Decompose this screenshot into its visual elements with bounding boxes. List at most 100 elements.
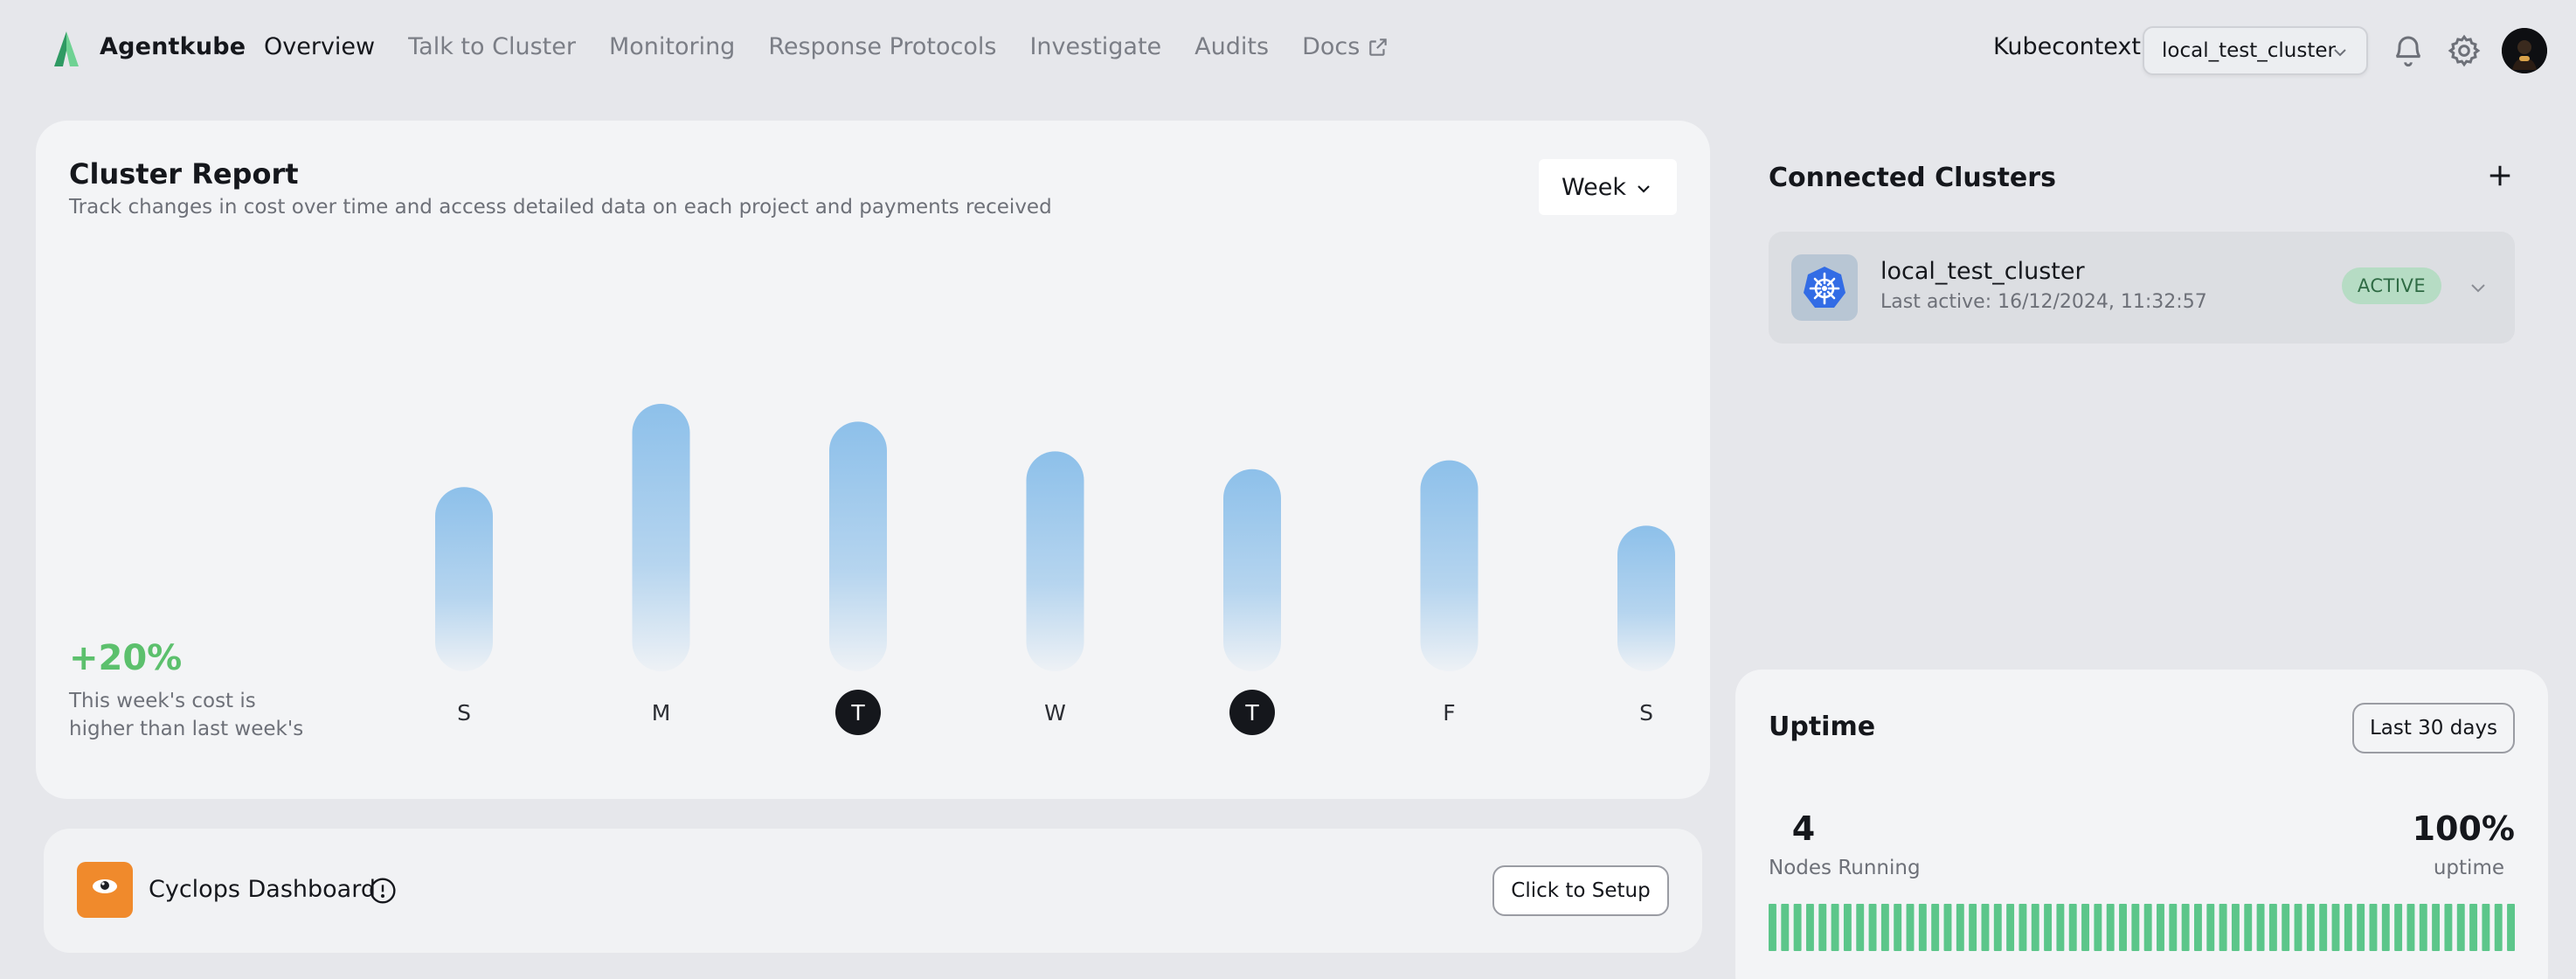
uptime-segment[interactable]	[1993, 904, 2002, 951]
cyclops-logo-icon	[77, 862, 133, 918]
uptime-segment[interactable]	[2006, 904, 2015, 951]
connected-clusters-title: Connected Clusters	[1769, 163, 2056, 193]
uptime-segment[interactable]	[2456, 904, 2465, 951]
uptime-segment[interactable]	[2019, 904, 2027, 951]
uptime-segment[interactable]	[2031, 904, 2039, 951]
uptime-segment[interactable]	[2169, 904, 2178, 951]
bell-icon[interactable]	[2391, 33, 2426, 68]
uptime-segment[interactable]	[1918, 904, 1927, 951]
cluster-row[interactable]: local_test_cluster Last active: 16/12/20…	[1769, 232, 2515, 344]
x-tick-label[interactable]: S	[1639, 700, 1653, 726]
uptime-segment[interactable]	[2294, 904, 2302, 951]
uptime-segment[interactable]	[1906, 904, 1915, 951]
uptime-segment[interactable]	[2119, 904, 2127, 951]
kubecontext-select[interactable]: local_test_cluster	[2143, 26, 2368, 75]
x-tick-label[interactable]: M	[652, 700, 671, 726]
uptime-segment[interactable]	[2469, 904, 2478, 951]
uptime-segment[interactable]	[2482, 904, 2490, 951]
uptime-segment[interactable]	[2419, 904, 2427, 951]
uptime-segment[interactable]	[2193, 904, 2202, 951]
uptime-segment[interactable]	[2219, 904, 2227, 951]
nav-talk-to-cluster[interactable]: Talk to Cluster	[408, 33, 576, 60]
uptime-segment[interactable]	[1843, 904, 1852, 951]
uptime-segment[interactable]	[2094, 904, 2102, 951]
uptime-segment[interactable]	[2181, 904, 2190, 951]
uptime-segment[interactable]	[2306, 904, 2315, 951]
uptime-segment[interactable]	[2131, 904, 2140, 951]
uptime-segment[interactable]	[1931, 904, 1940, 951]
uptime-segment[interactable]	[2394, 904, 2403, 951]
uptime-segment[interactable]	[2081, 904, 2090, 951]
kubernetes-icon	[1804, 267, 1845, 308]
uptime-segment[interactable]	[2381, 904, 2390, 951]
uptime-segment[interactable]	[1818, 904, 1827, 951]
uptime-segment[interactable]	[2319, 904, 2328, 951]
uptime-segment[interactable]	[1856, 904, 1865, 951]
uptime-segment[interactable]	[2143, 904, 2152, 951]
uptime-segment[interactable]	[2406, 904, 2415, 951]
uptime-segment[interactable]	[1781, 904, 1790, 951]
uptime-segment[interactable]	[2206, 904, 2215, 951]
nav-audits[interactable]: Audits	[1195, 33, 1269, 60]
uptime-segment[interactable]	[2044, 904, 2053, 951]
brand-name[interactable]: Agentkube	[100, 33, 246, 60]
uptime-segment[interactable]	[1868, 904, 1877, 951]
uptime-card: Uptime Last 30 days 4 Nodes Running 100%…	[1735, 670, 2548, 979]
uptime-segment[interactable]	[2256, 904, 2265, 951]
uptime-segment[interactable]	[1943, 904, 1952, 951]
uptime-segment[interactable]	[2244, 904, 2253, 951]
nav-label: Audits	[1195, 33, 1270, 60]
uptime-segment[interactable]	[1831, 904, 1839, 951]
uptime-segment[interactable]	[2507, 904, 2515, 951]
x-tick-label[interactable]: T	[850, 700, 865, 726]
uptime-segment[interactable]	[2068, 904, 2077, 951]
uptime-segment[interactable]	[2494, 904, 2503, 951]
uptime-segment[interactable]	[2444, 904, 2453, 951]
uptime-segment[interactable]	[1969, 904, 1977, 951]
uptime-range-button[interactable]: Last 30 days	[2352, 703, 2515, 753]
nav-label: Talk to Cluster	[408, 33, 576, 60]
uptime-segment[interactable]	[2357, 904, 2365, 951]
uptime-segment[interactable]	[2282, 904, 2290, 951]
uptime-segment[interactable]	[2432, 904, 2441, 951]
avatar[interactable]	[2502, 28, 2547, 73]
uptime-segment[interactable]	[2106, 904, 2115, 951]
nav-monitoring[interactable]: Monitoring	[609, 33, 735, 60]
nav-label: Response Protocols	[768, 33, 997, 60]
nav-docs[interactable]: Docs	[1302, 33, 1389, 60]
uptime-segment[interactable]	[2268, 904, 2277, 951]
x-tick-label[interactable]: T	[1244, 700, 1259, 726]
uptime-segment[interactable]	[1956, 904, 1964, 951]
uptime-segment[interactable]	[1769, 904, 1776, 951]
uptime-segment[interactable]	[2157, 904, 2164, 951]
uptime-segment[interactable]	[1793, 904, 1802, 951]
chart-bar	[632, 404, 690, 671]
uptime-segment[interactable]	[1880, 904, 1889, 951]
x-tick-label[interactable]: F	[1443, 700, 1455, 726]
uptime-segment[interactable]	[2231, 904, 2240, 951]
plus-icon[interactable]	[2487, 163, 2513, 189]
cluster-last-active: Last active: 16/12/2024, 11:32:57	[1880, 291, 2207, 313]
chevron-down-icon[interactable]	[2468, 277, 2489, 298]
uptime-segment[interactable]	[2344, 904, 2352, 951]
uptime-segment[interactable]	[2369, 904, 2378, 951]
chart-bar	[1026, 451, 1084, 671]
uptime-segment[interactable]	[2331, 904, 2340, 951]
nav-label: Docs	[1302, 33, 1361, 60]
uptime-segment[interactable]	[1805, 904, 1814, 951]
x-tick-label[interactable]: S	[457, 700, 471, 726]
nav-label: Investigate	[1029, 33, 1162, 60]
status-badge: ACTIVE	[2342, 267, 2441, 304]
x-tick-label[interactable]: W	[1044, 700, 1066, 726]
agentkube-logo-icon[interactable]	[51, 30, 82, 68]
uptime-segment[interactable]	[2056, 904, 2065, 951]
nav-response-protocols[interactable]: Response Protocols	[768, 33, 996, 60]
info-icon[interactable]	[369, 877, 397, 905]
uptime-bars	[1769, 904, 2515, 951]
nav-overview[interactable]: Overview	[264, 33, 375, 60]
nav-investigate[interactable]: Investigate	[1029, 33, 1161, 60]
uptime-segment[interactable]	[1981, 904, 1990, 951]
gear-icon[interactable]	[2447, 33, 2482, 68]
uptime-segment[interactable]	[1894, 904, 1902, 951]
setup-button[interactable]: Click to Setup	[1492, 865, 1669, 916]
